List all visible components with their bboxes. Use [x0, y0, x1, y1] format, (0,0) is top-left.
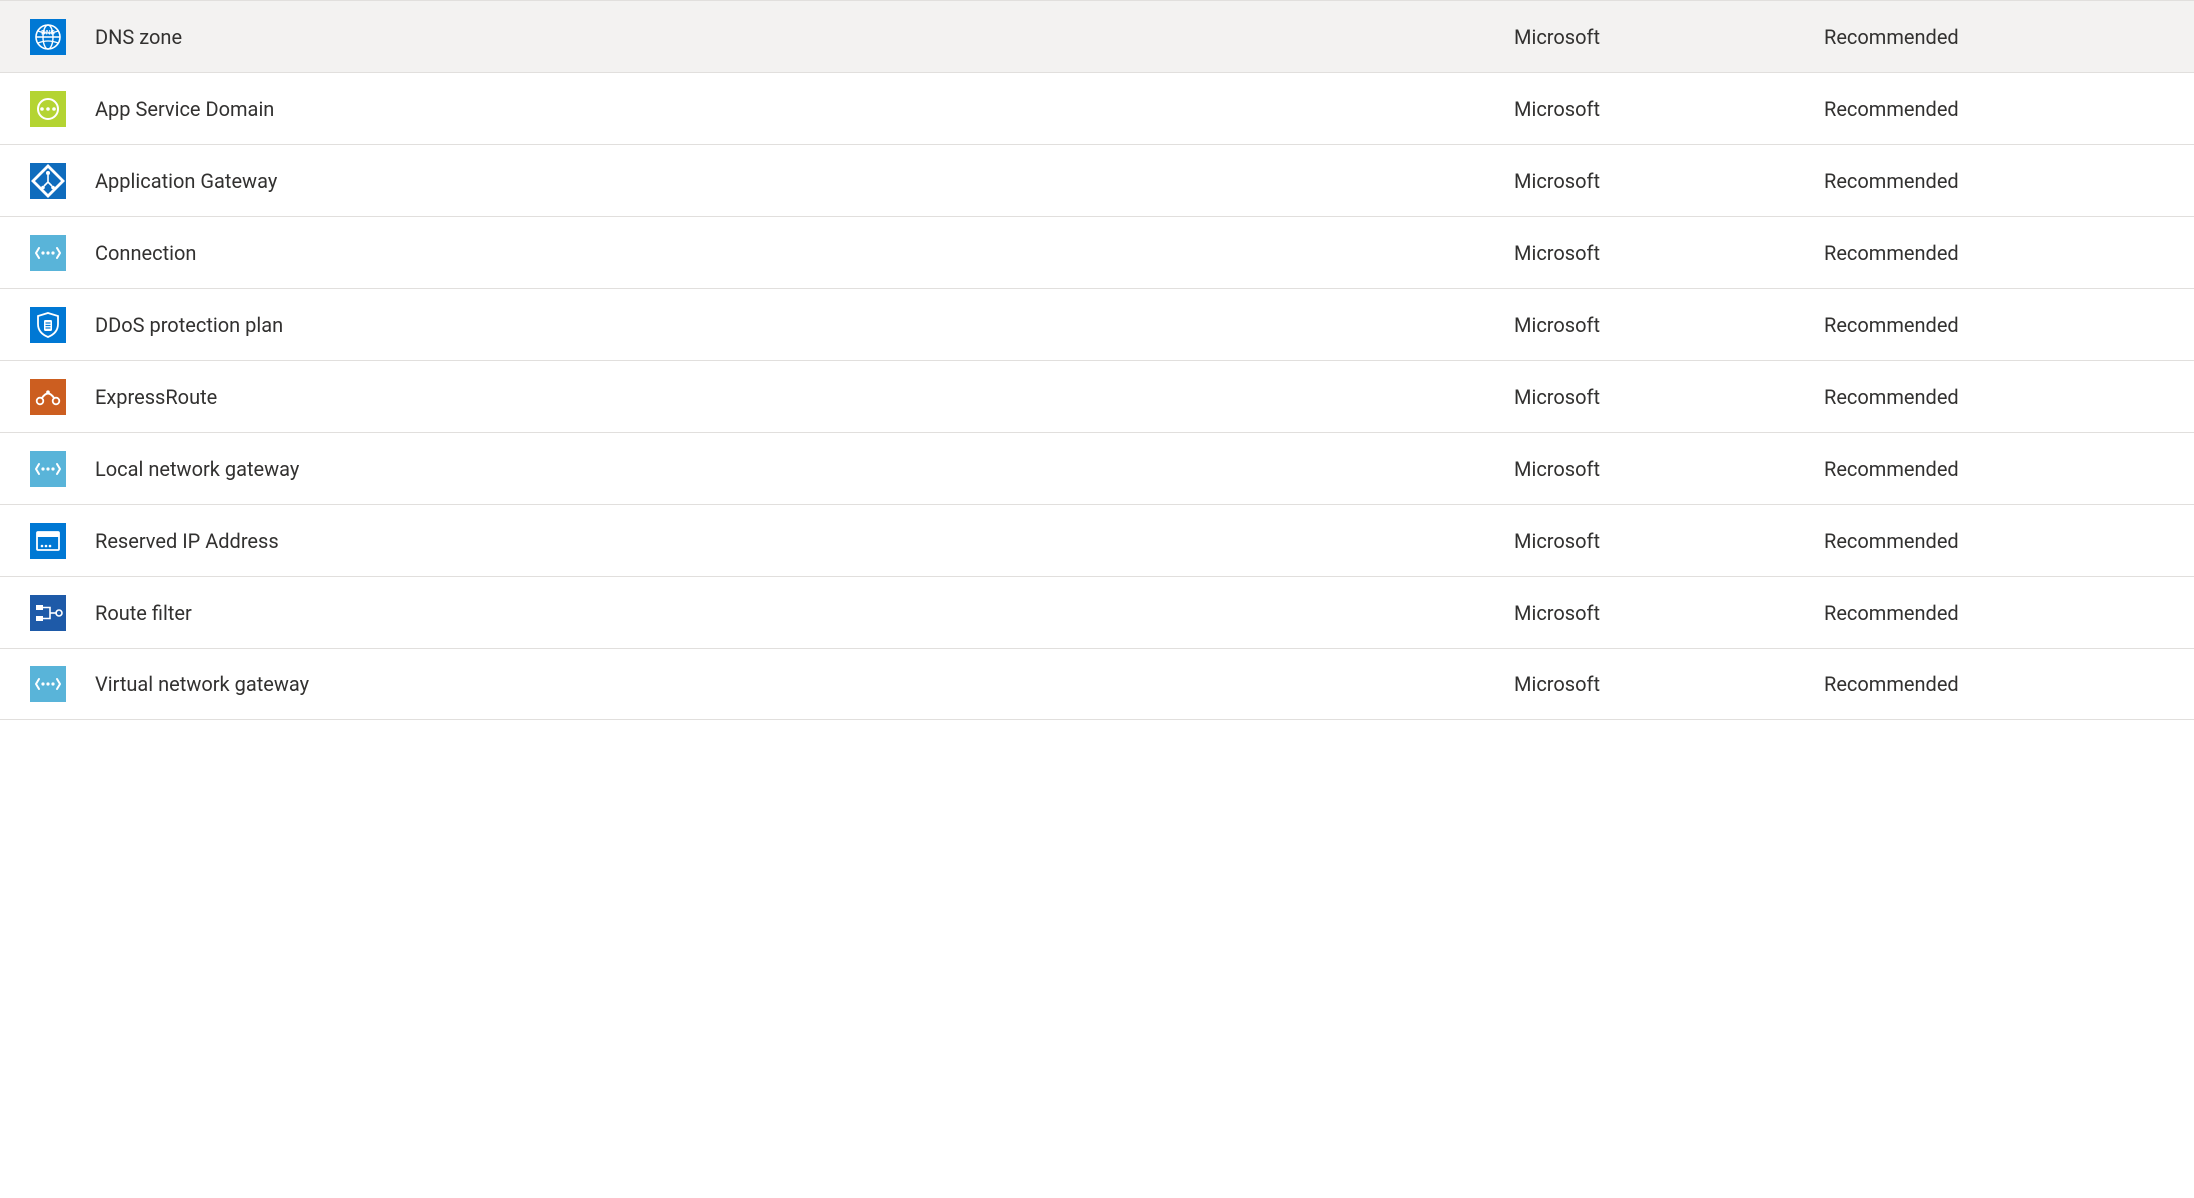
table-row[interactable]: DNS DNS zone Microsoft Recommended: [0, 0, 2194, 72]
resource-useful: Recommended: [1824, 169, 2164, 193]
resource-publisher: Microsoft: [1514, 241, 1824, 265]
table-row[interactable]: Connection Microsoft Recommended: [0, 216, 2194, 288]
route-filter-icon: [30, 595, 66, 631]
resource-useful: Recommended: [1824, 313, 2164, 337]
resource-useful: Recommended: [1824, 672, 2164, 696]
table-row[interactable]: App Service Domain Microsoft Recommended: [0, 72, 2194, 144]
dns-zone-icon: DNS: [30, 19, 66, 55]
resource-publisher: Microsoft: [1514, 25, 1824, 49]
virtual-network-gateway-icon: [30, 666, 66, 702]
resource-useful: Recommended: [1824, 529, 2164, 553]
local-network-gateway-icon: [30, 451, 66, 487]
resource-useful: Recommended: [1824, 457, 2164, 481]
reserved-ip-icon: [30, 523, 66, 559]
resource-publisher: Microsoft: [1514, 313, 1824, 337]
resource-useful: Recommended: [1824, 97, 2164, 121]
resource-useful: Recommended: [1824, 25, 2164, 49]
resource-useful: Recommended: [1824, 241, 2164, 265]
resource-name: Virtual network gateway: [75, 672, 1514, 696]
table-row[interactable]: DDoS protection plan Microsoft Recommend…: [0, 288, 2194, 360]
table-row[interactable]: Virtual network gateway Microsoft Recomm…: [0, 648, 2194, 720]
resource-publisher: Microsoft: [1514, 385, 1824, 409]
resource-name: DDoS protection plan: [75, 313, 1514, 337]
application-gateway-icon: [30, 163, 66, 199]
table-row[interactable]: Application Gateway Microsoft Recommende…: [0, 144, 2194, 216]
resource-publisher: Microsoft: [1514, 169, 1824, 193]
resource-name: Connection: [75, 241, 1514, 265]
table-row[interactable]: Reserved IP Address Microsoft Recommende…: [0, 504, 2194, 576]
resource-name: Route filter: [75, 601, 1514, 625]
resource-type-table: DNS DNS zone Microsoft Recommended App S…: [0, 0, 2194, 720]
table-row[interactable]: Route filter Microsoft Recommended: [0, 576, 2194, 648]
resource-name: Reserved IP Address: [75, 529, 1514, 553]
resource-useful: Recommended: [1824, 385, 2164, 409]
resource-publisher: Microsoft: [1514, 97, 1824, 121]
resource-name: ExpressRoute: [75, 385, 1514, 409]
resource-publisher: Microsoft: [1514, 601, 1824, 625]
resource-name: App Service Domain: [75, 97, 1514, 121]
resource-name: Application Gateway: [75, 169, 1514, 193]
resource-publisher: Microsoft: [1514, 672, 1824, 696]
resource-name: Local network gateway: [75, 457, 1514, 481]
resource-name: DNS zone: [75, 25, 1514, 49]
connection-icon: [30, 235, 66, 271]
svg-text:DNS: DNS: [41, 29, 55, 36]
resource-useful: Recommended: [1824, 601, 2164, 625]
table-row[interactable]: ExpressRoute Microsoft Recommended: [0, 360, 2194, 432]
resource-publisher: Microsoft: [1514, 529, 1824, 553]
table-row[interactable]: Local network gateway Microsoft Recommen…: [0, 432, 2194, 504]
resource-publisher: Microsoft: [1514, 457, 1824, 481]
expressroute-icon: [30, 379, 66, 415]
app-service-domain-icon: [30, 91, 66, 127]
ddos-protection-icon: [30, 307, 66, 343]
